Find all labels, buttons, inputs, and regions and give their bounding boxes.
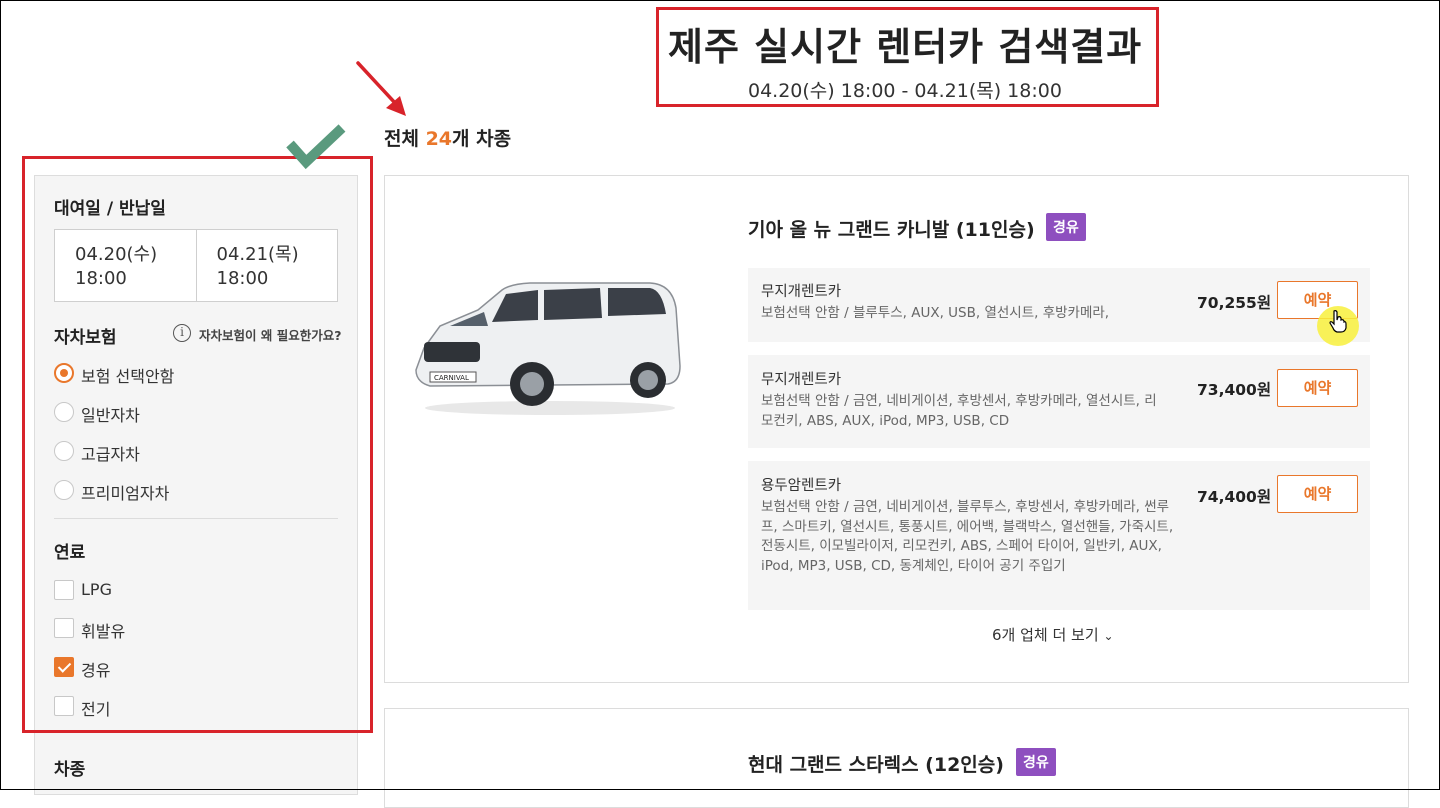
- insurance-radio-standard[interactable]: [54, 402, 74, 422]
- insurance-option-label[interactable]: 고급자차: [81, 441, 140, 465]
- insurance-title: 자차보험: [54, 328, 117, 348]
- reserve-button[interactable]: 예약: [1277, 369, 1358, 407]
- total-count: 전체 24개 차종: [384, 128, 512, 150]
- fuel-option-label[interactable]: 휘발유: [81, 618, 125, 642]
- fuel-checkbox-gasoline[interactable]: [54, 618, 74, 638]
- rental-dates-title: 대여일 / 반납일: [54, 199, 166, 219]
- car-name[interactable]: 현대 그랜드 스타렉스 (12인승): [748, 750, 1004, 777]
- fuel-checkbox-diesel[interactable]: [54, 657, 74, 677]
- pickup-datetime[interactable]: 04.20(수) 18:00: [55, 230, 196, 301]
- hand-cursor-icon: [1329, 310, 1347, 333]
- page-title: 제주 실시간 렌터카 검색결과: [668, 25, 1143, 69]
- company-name: 용두암렌트카: [761, 478, 842, 494]
- return-datetime[interactable]: 04.21(목) 18:00: [195, 230, 338, 301]
- car-options: 보험선택 안함 / 금연, 네비게이션, 블루투스, 후방센서, 후방카메라, …: [761, 499, 1174, 574]
- return-date: 04.21(목): [216, 244, 299, 265]
- sidebar-divider: [54, 518, 338, 519]
- return-time: 18:00: [216, 268, 269, 289]
- reserve-button[interactable]: 예약: [1277, 475, 1358, 513]
- fuel-option-label[interactable]: 경유: [81, 657, 110, 681]
- pickup-time: 18:00: [75, 268, 127, 289]
- fuel-checkbox-lpg[interactable]: [54, 580, 74, 600]
- search-date-range: 04.20(수) 18:00 - 04.21(목) 18:00: [748, 80, 1062, 102]
- annotation-arrow-icon: [356, 61, 406, 116]
- fuel-checkbox-electric[interactable]: [54, 696, 74, 716]
- fuel-title: 연료: [54, 543, 86, 563]
- fuel-option-label[interactable]: LPG: [81, 580, 112, 599]
- pickup-date: 04.20(수): [75, 244, 158, 265]
- fuel-badge: 경유: [1046, 213, 1086, 241]
- insurance-option-label[interactable]: 보험 선택안함: [81, 363, 174, 387]
- insurance-help-link[interactable]: 자차보험이 왜 필요한가요?: [199, 325, 341, 344]
- car-name[interactable]: 기아 올 뉴 그랜드 카니발 (11인승): [748, 215, 1035, 242]
- car-image: CARNIVAL: [415, 282, 681, 415]
- car-type-title: 차종: [54, 760, 86, 780]
- car-options: 보험선택 안함 / 금연, 네비게이션, 후방센서, 후방카메라, 열선시트, …: [761, 393, 1157, 429]
- insurance-option-label[interactable]: 프리미엄자차: [81, 480, 169, 504]
- checkmark-annotation-icon: [286, 124, 346, 170]
- car-plate-text: CARNIVAL: [434, 374, 469, 382]
- company-name: 무지개렌트카: [761, 372, 842, 388]
- price: 73,400원: [1197, 381, 1272, 399]
- company-name: 무지개렌트카: [761, 284, 842, 300]
- rental-date-picker[interactable]: 04.20(수) 18:00 04.21(목) 18:00: [54, 229, 338, 302]
- insurance-radio-premium[interactable]: [54, 441, 74, 461]
- insurance-radio-prestige[interactable]: [54, 480, 74, 500]
- fuel-option-label[interactable]: 전기: [81, 696, 110, 720]
- chevron-down-icon: ⌄: [1103, 629, 1114, 643]
- price: 74,400원: [1197, 488, 1272, 506]
- more-companies-link[interactable]: 6개 업체 더 보기 ⌄: [992, 624, 1114, 645]
- insurance-radio-none[interactable]: [54, 363, 74, 383]
- fuel-badge: 경유: [1016, 748, 1056, 776]
- price: 70,255원: [1197, 294, 1272, 312]
- info-icon[interactable]: i: [173, 324, 191, 342]
- insurance-option-label[interactable]: 일반자차: [81, 402, 140, 426]
- car-options: 보험선택 안함 / 블루투스, AUX, USB, 열선시트, 후방카메라,: [761, 305, 1110, 321]
